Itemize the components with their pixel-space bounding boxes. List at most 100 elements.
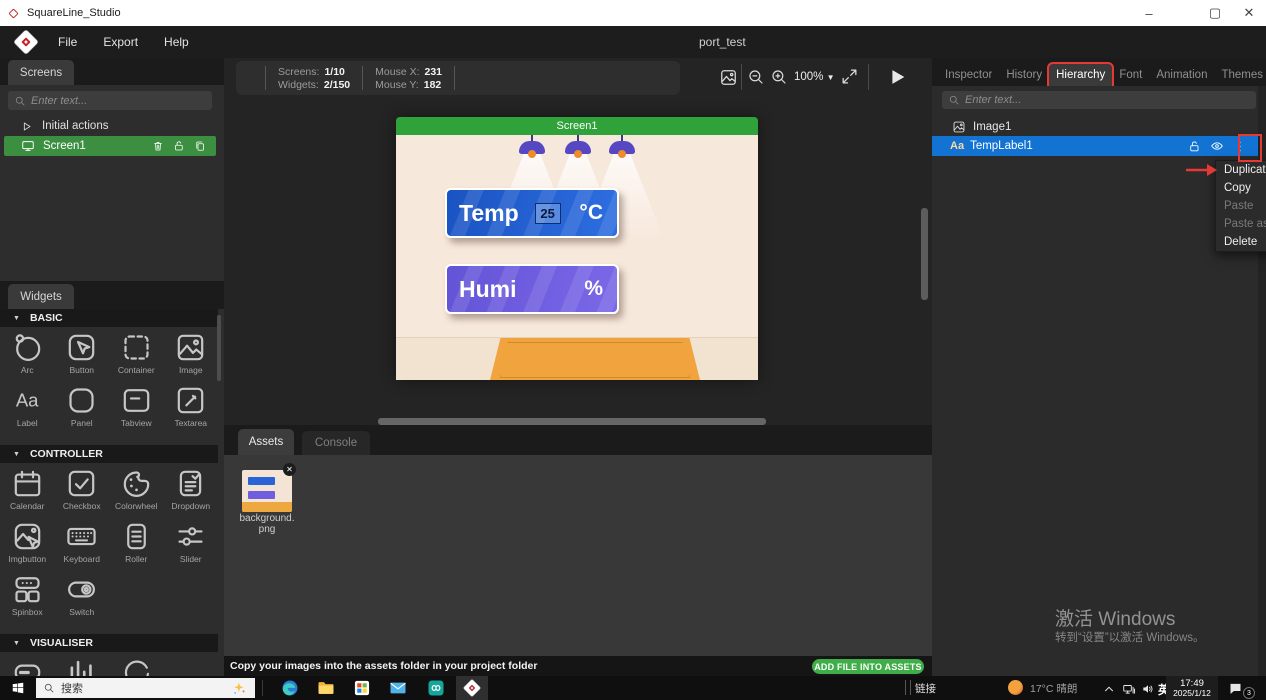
notification-center-icon[interactable] bbox=[1228, 681, 1243, 696]
bar-icon bbox=[11, 656, 44, 676]
widget-section-header-controller[interactable]: ▼CONTROLLER bbox=[0, 445, 218, 463]
duplicate-icon[interactable] bbox=[194, 140, 206, 152]
widget-bar[interactable] bbox=[0, 656, 55, 676]
widget-calendar[interactable]: Calendar bbox=[0, 467, 55, 520]
menu-file[interactable]: File bbox=[58, 35, 77, 49]
tray-chevron-up-icon[interactable] bbox=[1103, 683, 1115, 695]
tab-hierarchy[interactable]: Hierarchy bbox=[1049, 64, 1112, 86]
asset-name: background.png bbox=[237, 513, 297, 535]
widget-colorwheel[interactable]: Colorwheel bbox=[109, 467, 164, 520]
humi-label[interactable]: Humi bbox=[459, 276, 517, 303]
screens-search-input[interactable]: Enter text... bbox=[8, 91, 212, 110]
unlock-icon[interactable] bbox=[1188, 140, 1201, 153]
store-taskbar-icon[interactable] bbox=[352, 678, 372, 698]
widget-spinbox[interactable]: Spinbox bbox=[0, 573, 55, 626]
hierarchy-item-templabel1[interactable]: Aa TempLabel1 bbox=[932, 136, 1258, 156]
widget-arc[interactable]: Arc bbox=[0, 331, 55, 384]
context-menu-copy[interactable]: Copy bbox=[1216, 179, 1266, 197]
tab-widgets[interactable]: Widgets bbox=[8, 284, 74, 309]
widget-section-header-visualiser[interactable]: ▼VISUALISER bbox=[0, 634, 218, 652]
context-menu-delete[interactable]: Delete bbox=[1216, 233, 1266, 251]
widget-textarea[interactable]: Textarea bbox=[164, 384, 219, 437]
trash-icon[interactable] bbox=[152, 140, 164, 152]
zoom-in-icon[interactable] bbox=[770, 68, 788, 86]
widget-container[interactable]: Container bbox=[109, 331, 164, 384]
tab-assets[interactable]: Assets bbox=[238, 429, 294, 455]
widget-spinner[interactable] bbox=[109, 656, 164, 676]
infinity-app-taskbar-icon[interactable] bbox=[426, 678, 446, 698]
widget-section-header-basic[interactable]: ▼BASIC bbox=[0, 309, 218, 327]
widgets-count-value: 2/150 bbox=[324, 79, 350, 91]
toolbar-divider bbox=[741, 64, 742, 90]
widget-label[interactable]: AaLabel bbox=[0, 384, 55, 437]
toolbar-grip[interactable] bbox=[905, 680, 911, 695]
squareline-taskbar-icon[interactable] bbox=[462, 678, 482, 698]
widget-dropdown[interactable]: Dropdown bbox=[164, 467, 219, 520]
widget-tabview[interactable]: Tabview bbox=[109, 384, 164, 437]
temp-unit: °C bbox=[579, 201, 603, 225]
weather-icon[interactable] bbox=[1008, 680, 1023, 695]
start-button[interactable] bbox=[11, 681, 25, 695]
tab-animation[interactable]: Animation bbox=[1149, 64, 1214, 86]
menu-help[interactable]: Help bbox=[164, 35, 189, 49]
close-button[interactable]: ✕ bbox=[1232, 0, 1266, 26]
widget-switch[interactable]: Switch bbox=[55, 573, 110, 626]
canvas-vscrollbar[interactable] bbox=[921, 208, 928, 300]
tab-themes[interactable]: Themes bbox=[1214, 64, 1266, 86]
minimize-button[interactable]: – bbox=[1132, 0, 1166, 26]
tab-inspector[interactable]: Inspector bbox=[938, 64, 999, 86]
edge-taskbar-icon[interactable] bbox=[280, 678, 300, 698]
unlock-icon[interactable] bbox=[173, 140, 185, 152]
network-icon[interactable] bbox=[1122, 682, 1136, 696]
widgets-panel: ▼BASIC ArcButtonContainerImage AaLabelPane… bbox=[0, 309, 224, 676]
volume-icon[interactable] bbox=[1141, 682, 1155, 696]
hierarchy-item-image1[interactable]: Image1 bbox=[932, 117, 1258, 136]
humi-panel[interactable]: Humi % bbox=[445, 264, 619, 314]
eye-icon[interactable] bbox=[1210, 139, 1224, 153]
add-file-into-assets-button[interactable]: ADD FILE INTO ASSETS bbox=[812, 659, 924, 674]
widget-button[interactable]: Button bbox=[55, 331, 110, 384]
asset-remove-icon[interactable]: ✕ bbox=[283, 463, 296, 476]
widget-image[interactable]: Image bbox=[164, 331, 219, 384]
mail-taskbar-icon[interactable] bbox=[388, 678, 408, 698]
zoom-level[interactable]: 100% ▼ bbox=[794, 71, 835, 83]
zoom-out-icon[interactable] bbox=[747, 68, 765, 86]
tab-console[interactable]: Console bbox=[302, 431, 370, 455]
links-toolbar-label[interactable]: 链接 bbox=[915, 681, 936, 696]
folder-taskbar-icon[interactable] bbox=[316, 678, 336, 698]
asset-thumbnail[interactable] bbox=[242, 470, 292, 512]
temp-label[interactable]: Temp bbox=[459, 200, 519, 227]
mouse-y-value: 182 bbox=[424, 79, 442, 91]
initial-actions-item[interactable]: Initial actions bbox=[20, 118, 108, 134]
screen1-item[interactable]: Screen1 bbox=[4, 136, 216, 156]
widget-slider[interactable]: Slider bbox=[164, 520, 219, 573]
widget-keyboard[interactable]: Keyboard bbox=[55, 520, 110, 573]
fit-screen-icon[interactable] bbox=[840, 67, 859, 86]
tab-history[interactable]: History bbox=[999, 64, 1049, 86]
temp-panel[interactable]: Temp 25 °C bbox=[445, 188, 619, 238]
tab-font[interactable]: Font bbox=[1112, 64, 1149, 86]
maximize-button[interactable]: ▢ bbox=[1198, 0, 1232, 26]
play-icon[interactable] bbox=[886, 66, 908, 88]
context-menu-duplicate[interactable]: Duplicate bbox=[1216, 161, 1266, 179]
widget-panel[interactable]: Panel bbox=[55, 384, 110, 437]
taskbar-clock[interactable]: 17:49 2025/1/12 bbox=[1166, 676, 1218, 700]
widget-imgbutton[interactable]: Imgbutton bbox=[0, 520, 55, 573]
taskbar-search-input[interactable]: 搜索 bbox=[36, 678, 255, 698]
widget-chart[interactable] bbox=[55, 656, 110, 676]
background-image-toggle-icon[interactable] bbox=[719, 68, 738, 87]
widgets-scrollbar[interactable] bbox=[217, 315, 221, 381]
widget-roller[interactable]: Roller bbox=[109, 520, 164, 573]
widget-checkbox[interactable]: Checkbox bbox=[55, 467, 110, 520]
slider-icon bbox=[174, 520, 207, 553]
temp-value[interactable]: 25 bbox=[535, 203, 561, 224]
clock-date: 2025/1/12 bbox=[1173, 689, 1211, 698]
weather-text[interactable]: 17°C 晴朗 bbox=[1030, 681, 1077, 696]
canvas-hscrollbar[interactable] bbox=[378, 418, 766, 425]
dropdown-icon bbox=[174, 467, 207, 500]
tab-screens[interactable]: Screens bbox=[8, 60, 74, 85]
screen-preview[interactable]: Screen1 Temp 25 °C Humi % bbox=[396, 117, 758, 380]
hierarchy-search-input[interactable]: Enter text... bbox=[942, 91, 1256, 109]
copilot-sparkle-icon bbox=[232, 681, 247, 696]
menu-export[interactable]: Export bbox=[103, 35, 138, 49]
